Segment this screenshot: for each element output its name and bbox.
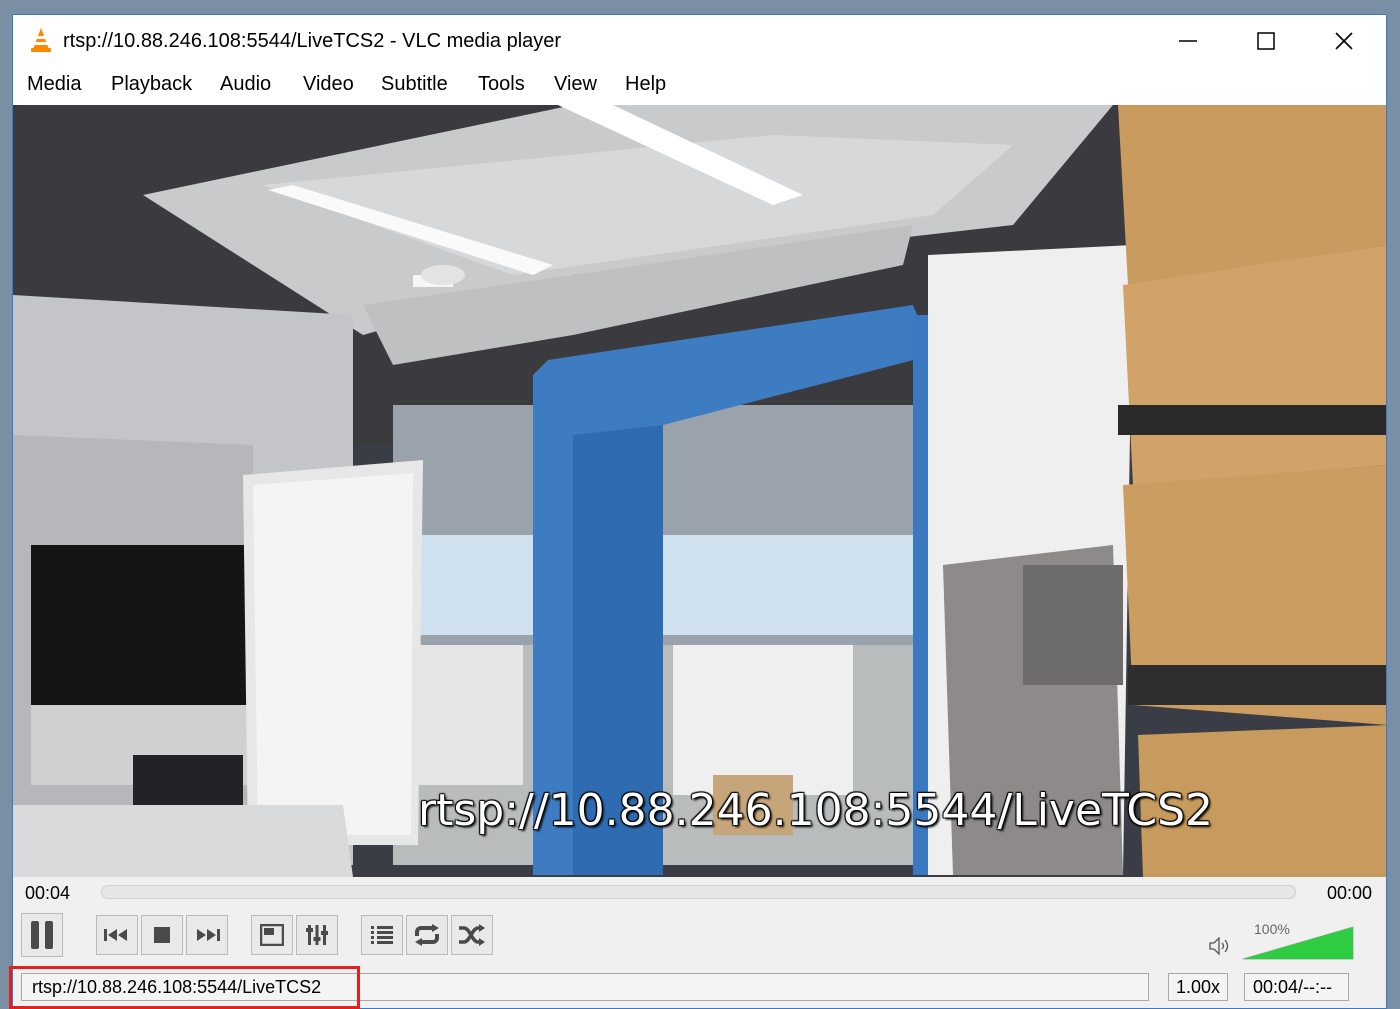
previous-button[interactable] [96, 915, 138, 955]
playlist-icon [371, 926, 393, 944]
shuffle-icon [459, 924, 485, 946]
maximize-button[interactable] [1231, 15, 1301, 67]
maximize-icon [1257, 32, 1275, 50]
fullscreen-icon [260, 924, 284, 946]
loop-icon [415, 924, 439, 946]
seek-slider[interactable] [101, 885, 1296, 899]
menu-subtitle[interactable]: Subtitle [381, 73, 448, 96]
stop-icon [154, 927, 170, 943]
close-icon [1335, 32, 1353, 50]
menu-audio[interactable]: Audio [220, 73, 271, 96]
video-area[interactable]: rtsp://10.88.246.108:5544/LiveTCS2 [13, 105, 1386, 877]
menu-video[interactable]: Video [303, 73, 354, 96]
close-button[interactable] [1309, 15, 1379, 67]
menu-playback[interactable]: Playback [111, 73, 192, 96]
fullscreen-button[interactable] [251, 915, 293, 955]
video-frame [13, 105, 1386, 877]
video-osd-text: rtsp://10.88.246.108:5544/LiveTCS2 [418, 785, 1213, 836]
menu-tools[interactable]: Tools [478, 73, 525, 96]
volume-slider[interactable] [1241, 925, 1355, 961]
menu-view[interactable]: View [554, 73, 597, 96]
menu-bar: Media Playback Audio Video Subtitle Tool… [13, 67, 1386, 105]
playback-rate[interactable]: 1.00x [1168, 973, 1228, 1001]
shuffle-button[interactable] [451, 915, 493, 955]
vlc-window: rtsp://10.88.246.108:5544/LiveTCS2 - VLC… [12, 14, 1387, 1009]
window-title: rtsp://10.88.246.108:5544/LiveTCS2 - VLC… [63, 30, 562, 52]
url-highlight-box [9, 966, 360, 1009]
extended-settings-icon [306, 925, 328, 945]
status-time: 00:04/--:-- [1244, 973, 1349, 1001]
stop-button[interactable] [141, 915, 183, 955]
next-icon [197, 929, 220, 941]
extended-settings-button[interactable] [296, 915, 338, 955]
pause-button[interactable] [21, 913, 63, 957]
menu-help[interactable]: Help [625, 73, 666, 96]
vlc-cone-icon [31, 28, 51, 52]
title-bar[interactable]: rtsp://10.88.246.108:5544/LiveTCS2 - VLC… [13, 15, 1386, 67]
pause-icon [31, 921, 53, 949]
minimize-icon [1179, 40, 1197, 42]
total-time[interactable]: 00:00 [1327, 883, 1372, 904]
previous-icon [104, 929, 127, 941]
playlist-button[interactable] [361, 915, 403, 955]
speaker-icon[interactable] [1209, 937, 1233, 955]
elapsed-time: 00:04 [25, 883, 71, 903]
seek-bar-area: 00:04 00:00 [13, 877, 1386, 909]
minimize-button[interactable] [1153, 15, 1223, 67]
loop-button[interactable] [406, 915, 448, 955]
next-button[interactable] [186, 915, 228, 955]
control-bar: 100% [13, 911, 1386, 963]
menu-media[interactable]: Media [27, 73, 81, 96]
